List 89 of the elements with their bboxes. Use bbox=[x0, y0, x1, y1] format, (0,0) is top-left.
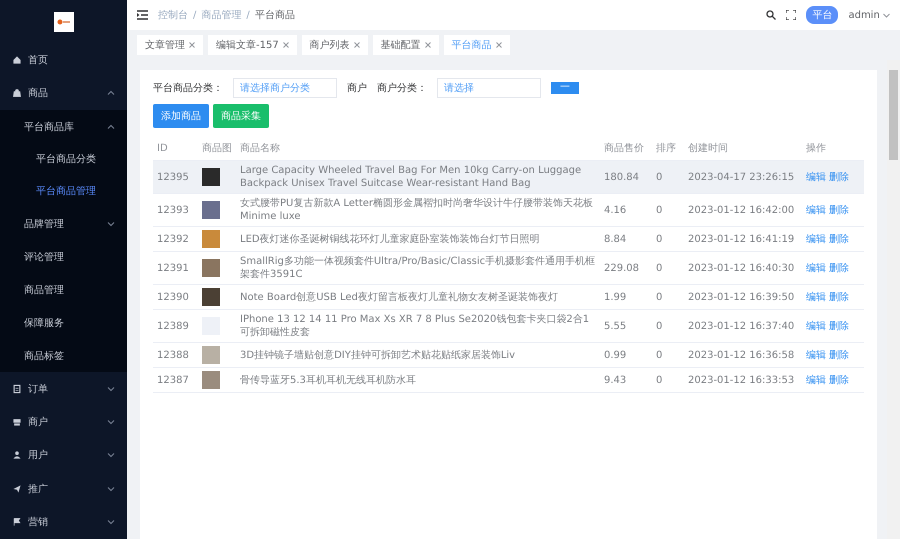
filter-label: 平台商品分类： bbox=[153, 82, 223, 95]
edit-link[interactable]: 编辑 bbox=[806, 320, 826, 332]
chevron-icon bbox=[107, 518, 115, 526]
caret-icon bbox=[883, 12, 890, 18]
photo-placeholder bbox=[202, 201, 220, 219]
photo-placeholder bbox=[202, 259, 220, 277]
sidebar-item[interactable]: 推广 bbox=[0, 472, 127, 506]
menu-icon bbox=[12, 54, 22, 65]
sidebar-item[interactable]: 保障服务 bbox=[0, 306, 127, 339]
fullscreen-icon[interactable] bbox=[786, 10, 796, 20]
sidebar-item[interactable]: 首页 bbox=[0, 43, 127, 77]
delete-link[interactable]: 删除 bbox=[829, 292, 850, 302]
chevron-icon bbox=[107, 451, 115, 460]
chevron-icon bbox=[107, 418, 115, 426]
close-icon[interactable] bbox=[424, 42, 431, 48]
photo-placeholder bbox=[202, 346, 220, 364]
table-cell: 0 bbox=[652, 368, 684, 392]
sidebar-item[interactable]: 用户 bbox=[0, 438, 127, 472]
merchant-category-select[interactable]: 请选择 bbox=[437, 78, 541, 98]
chevron-icon bbox=[107, 89, 115, 98]
chevron-icon bbox=[107, 220, 115, 228]
page-tab[interactable]: 基础配置 bbox=[372, 35, 439, 55]
menu-icon bbox=[12, 88, 22, 98]
delete-link[interactable]: 删除 bbox=[829, 204, 850, 216]
category-select[interactable]: 请选择商户分类 bbox=[233, 78, 337, 98]
menu-icon bbox=[12, 384, 22, 394]
menu-icon bbox=[12, 484, 22, 494]
sidebar-item[interactable]: 营销 bbox=[0, 506, 127, 539]
close-icon[interactable] bbox=[282, 42, 289, 48]
menu-icon[interactable] bbox=[137, 10, 148, 20]
sidebar-item[interactable]: 评论管理 bbox=[0, 240, 127, 273]
delete-link[interactable]: 删除 bbox=[829, 374, 850, 386]
breadcrumb-item[interactable]: 商品管理 bbox=[201, 8, 242, 22]
sidebar-item[interactable]: 平台商品分类 bbox=[0, 143, 127, 175]
action-button[interactable]: 商品采集 bbox=[213, 104, 269, 128]
close-icon[interactable] bbox=[354, 42, 360, 48]
sidebar-item[interactable]: 商品管理 bbox=[0, 273, 127, 306]
delete-link[interactable]: 删除 bbox=[829, 172, 850, 182]
search-icon[interactable] bbox=[766, 10, 776, 20]
delete-link[interactable]: 删除 bbox=[829, 350, 850, 360]
edit-link[interactable]: 编辑 bbox=[806, 292, 826, 302]
table-cell: 骨传导蓝牙5.3耳机耳机无线耳机防水耳 bbox=[236, 368, 600, 392]
close-icon[interactable] bbox=[189, 42, 195, 48]
photo-placeholder bbox=[202, 288, 220, 306]
scrollbar[interactable] bbox=[887, 60, 900, 539]
menu-icon bbox=[12, 517, 22, 528]
edit-link[interactable]: 编辑 bbox=[806, 204, 826, 216]
role-badge: 平台 bbox=[806, 6, 838, 24]
close-icon[interactable] bbox=[496, 42, 502, 48]
filter-label: 商户 bbox=[347, 82, 367, 95]
sidebar-item[interactable]: 平台商品管理 bbox=[0, 175, 127, 207]
menu-icon bbox=[12, 417, 22, 428]
delete-link[interactable]: 删除 bbox=[829, 262, 850, 274]
breadcrumb-separator: / bbox=[246, 10, 250, 20]
delete-link[interactable]: 删除 bbox=[829, 234, 850, 244]
edit-link[interactable]: 编辑 bbox=[806, 262, 826, 274]
breadcrumb-item[interactable]: 控制台 bbox=[158, 8, 188, 22]
page-tab[interactable]: 编辑文章-157 bbox=[208, 35, 297, 55]
edit-link[interactable]: 编辑 bbox=[806, 350, 826, 360]
page-tab[interactable]: 文章管理 bbox=[137, 35, 203, 55]
sidebar-item[interactable]: 订单 bbox=[0, 372, 127, 406]
breadcrumb-item[interactable]: 平台商品 bbox=[254, 8, 295, 22]
photo-placeholder bbox=[202, 371, 220, 389]
search-button[interactable]: 一 bbox=[551, 82, 579, 94]
page-tab[interactable]: 商户列表 bbox=[302, 35, 368, 55]
edit-link[interactable]: 编辑 bbox=[806, 374, 826, 386]
chevron-icon bbox=[107, 122, 115, 130]
table-cell: 2023-01-12 16:33:53 bbox=[684, 368, 802, 392]
page-tab[interactable]: 平台商品 bbox=[444, 35, 510, 55]
edit-link[interactable]: 编辑 bbox=[806, 172, 826, 182]
action-button[interactable]: 添加商品 bbox=[153, 104, 209, 128]
menu-icon bbox=[12, 450, 22, 460]
chevron-icon bbox=[107, 384, 115, 393]
table-cell: 9.43 bbox=[600, 368, 652, 392]
photo-placeholder bbox=[202, 230, 220, 248]
photo-placeholder bbox=[202, 168, 220, 186]
user-menu[interactable]: admin bbox=[848, 10, 890, 20]
breadcrumb-separator: / bbox=[193, 10, 196, 20]
delete-link[interactable]: 删除 bbox=[829, 320, 850, 332]
chevron-icon bbox=[107, 484, 115, 493]
logo-icon bbox=[54, 12, 74, 32]
sidebar-item[interactable]: 品牌管理 bbox=[0, 207, 127, 240]
table-cell: 12387 bbox=[153, 368, 198, 392]
sidebar-item[interactable]: 商品标签 bbox=[0, 339, 127, 372]
edit-link[interactable]: 编辑 bbox=[806, 234, 826, 244]
sidebar-item[interactable]: 商户 bbox=[0, 405, 127, 439]
filter-label: 商户分类： bbox=[377, 82, 427, 95]
sidebar-item[interactable]: 商品 bbox=[0, 76, 127, 110]
sidebar-item[interactable]: 平台商品库 bbox=[0, 110, 127, 143]
